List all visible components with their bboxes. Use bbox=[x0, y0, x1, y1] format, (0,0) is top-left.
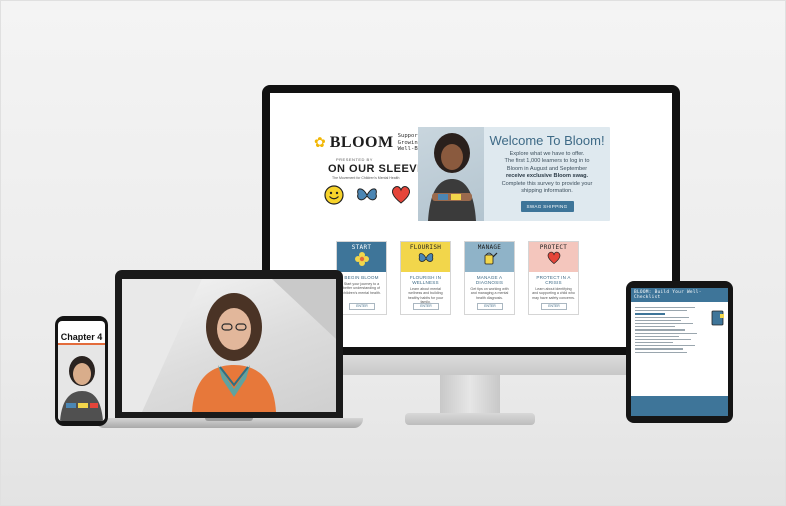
hero-line: Complete this survey to provide your bbox=[501, 180, 593, 187]
text-line bbox=[635, 319, 681, 321]
card-description: Start your journey to a better understan… bbox=[342, 282, 381, 295]
welcome-banner: Welcome To Bloom! Explore what we have t… bbox=[418, 127, 610, 221]
card-protect[interactable]: PROTECT PROTECT IN A CRISIS Learn about … bbox=[528, 241, 579, 315]
heart-icon bbox=[547, 251, 560, 265]
butterfly-icon bbox=[357, 188, 377, 201]
card-description: Learn about mental wellness and building… bbox=[407, 287, 444, 304]
enter-button[interactable]: ENTER bbox=[349, 303, 375, 310]
text-line bbox=[635, 348, 683, 350]
video-player[interactable] bbox=[122, 279, 336, 412]
logo-word: BLOOM bbox=[329, 133, 394, 151]
enter-button[interactable]: ENTER bbox=[413, 303, 439, 310]
text-line bbox=[635, 342, 673, 344]
card-flourish[interactable]: FLOURISH FLOURISH IN WELLNESS Learn abou… bbox=[400, 241, 451, 315]
hero-line: shipping information. bbox=[521, 188, 573, 195]
presented-by: PRESENTED BY bbox=[336, 157, 373, 162]
text-line bbox=[635, 335, 679, 337]
hero-text: Welcome To Bloom! Explore what we have t… bbox=[484, 133, 610, 213]
hero-line: The first 1,000 learners to log in to bbox=[504, 158, 590, 165]
card-title: MANAGE A DIAGNOSIS bbox=[475, 275, 504, 285]
presenter-video-frame bbox=[122, 279, 336, 412]
laptop-notch bbox=[205, 418, 253, 421]
card-title: BEGIN BLOOM bbox=[344, 275, 379, 280]
text-line bbox=[635, 322, 693, 325]
card-heading: START bbox=[351, 244, 372, 251]
icon-row bbox=[324, 185, 412, 205]
watering-can-icon bbox=[484, 252, 497, 265]
card-banner: FLOURISH bbox=[401, 242, 450, 272]
text-line bbox=[635, 316, 689, 318]
text-line bbox=[635, 307, 695, 309]
tablet-screen[interactable]: BLOOM: Build Your Well-Checklist bbox=[631, 288, 728, 416]
monitor-foot bbox=[405, 413, 535, 425]
tablet: BLOOM: Build Your Well-Checklist bbox=[626, 281, 733, 423]
text-line bbox=[635, 332, 697, 334]
smiley-icon bbox=[324, 185, 344, 205]
heart-icon bbox=[392, 186, 410, 204]
card-description: Get tips on working with and managing a … bbox=[470, 287, 509, 300]
enter-button[interactable]: ENTER bbox=[477, 303, 503, 310]
hero-photo bbox=[418, 127, 484, 221]
chapter-title: Chapter 4 bbox=[58, 321, 105, 345]
laptop bbox=[115, 270, 343, 418]
checklist-footer bbox=[631, 396, 728, 416]
card-description: Learn about identifying and supporting a… bbox=[532, 287, 575, 300]
text-line bbox=[635, 329, 685, 331]
hero-line: Bloom in August and September bbox=[506, 165, 588, 172]
text-line bbox=[635, 326, 675, 328]
text-line bbox=[635, 351, 687, 353]
card-title: PROTECT IN A CRISIS bbox=[536, 275, 571, 285]
card-heading: PROTECT bbox=[539, 244, 568, 251]
card-banner: PROTECT bbox=[529, 242, 578, 272]
text-line bbox=[635, 310, 687, 312]
card-banner: START bbox=[337, 242, 386, 272]
flower-icon bbox=[354, 252, 369, 266]
path-cards: START BEGIN BLOOM Start your journey to … bbox=[336, 241, 579, 315]
monitor-stand bbox=[440, 375, 500, 415]
checklist-body bbox=[631, 302, 709, 353]
card-heading: FLOURISH bbox=[409, 244, 442, 251]
card-manage[interactable]: MANAGE MANAGE A DIAGNOSIS Get tips on wo… bbox=[464, 241, 515, 315]
card-banner: MANAGE bbox=[465, 242, 514, 272]
phone-screen: Chapter 4 bbox=[58, 321, 105, 421]
text-line bbox=[635, 313, 665, 315]
partner-subtitle: The Movement for Children's Mental Healt… bbox=[332, 176, 400, 180]
hero-title: Welcome To Bloom! bbox=[489, 133, 605, 148]
card-start[interactable]: START BEGIN BLOOM Start your journey to … bbox=[336, 241, 387, 315]
butterfly-icon bbox=[418, 253, 433, 262]
hero-bold-line: receive exclusive Bloom swag. bbox=[505, 173, 589, 180]
hero-line: Explore what we have to offer. bbox=[509, 151, 585, 157]
text-line bbox=[635, 338, 691, 341]
bee-icon: ✿ bbox=[314, 134, 326, 151]
child-photo bbox=[58, 345, 105, 421]
card-heading: MANAGE bbox=[477, 244, 502, 251]
enter-button[interactable]: ENTER bbox=[541, 303, 567, 310]
phone: Chapter 4 bbox=[55, 316, 108, 426]
card-title: FLOURISH IN WELLNESS bbox=[409, 275, 442, 285]
text-line bbox=[635, 345, 695, 347]
swag-shipping-button[interactable]: SWAG SHIPPING bbox=[520, 201, 574, 213]
checklist-header: BLOOM: Build Your Well-Checklist bbox=[631, 288, 728, 302]
notebook-icon bbox=[711, 310, 724, 326]
